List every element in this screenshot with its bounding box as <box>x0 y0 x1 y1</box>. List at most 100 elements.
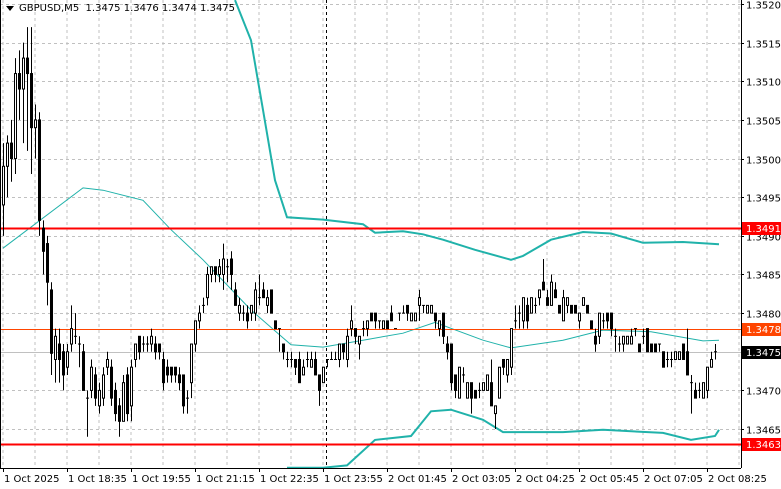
y-tick-label: 1.3510 <box>746 78 781 89</box>
candle-body-bull <box>598 312 601 337</box>
candle-body-bear <box>318 374 321 391</box>
candle <box>242 305 245 321</box>
candle <box>182 374 185 414</box>
candle <box>22 42 25 144</box>
price-tag: 1.3475 <box>742 346 781 359</box>
candle <box>298 351 301 384</box>
candle-body-bear <box>374 312 377 322</box>
x-tick-label: 1 Oct 22:35 <box>260 474 319 485</box>
candle <box>266 289 269 314</box>
candle-body-bear <box>126 374 129 415</box>
candle <box>178 367 181 391</box>
candle <box>142 336 145 352</box>
candle-body-bear <box>174 366 177 376</box>
candle-body-bull <box>626 335 629 345</box>
candle-body-bear <box>118 405 121 422</box>
candle-body-bull <box>418 297 421 306</box>
candle-body-bull <box>486 374 489 391</box>
y-tick-label: 1.3495 <box>746 194 781 205</box>
price-tag-label: 1.3463 <box>746 440 781 451</box>
candle <box>10 119 13 182</box>
candle <box>438 320 441 337</box>
candle-body-bull <box>70 328 73 345</box>
candle-body-bear <box>638 343 641 353</box>
candle-body-bear <box>454 374 457 391</box>
candle-body-bull <box>54 335 57 360</box>
candle-body-bear <box>10 142 13 160</box>
price-tag-label: 1.3475 <box>746 348 781 359</box>
candle <box>302 359 305 376</box>
candle-body-bear <box>30 73 33 129</box>
candle-body-bear <box>270 289 273 314</box>
candle-body-bear <box>82 351 85 391</box>
candle <box>638 343 641 353</box>
candle <box>422 304 425 314</box>
candle <box>646 328 649 353</box>
candle <box>414 312 417 322</box>
candle-body-bull <box>538 289 541 299</box>
candle-body-bull <box>206 273 209 299</box>
candle <box>306 351 309 368</box>
candle-body-bear <box>386 320 389 330</box>
candle-body-bear <box>214 266 217 275</box>
price-tag: 1.3478 <box>742 323 781 336</box>
candle <box>138 335 141 360</box>
candle <box>158 343 161 360</box>
candle <box>170 366 173 383</box>
candle-body-bear <box>166 366 169 376</box>
y-tick-label: 1.3480 <box>746 310 781 321</box>
candle <box>554 282 557 299</box>
candle-body-bear <box>138 335 141 353</box>
candle-body-bull <box>350 320 353 330</box>
candle-body-bull <box>98 389 101 407</box>
candle <box>626 335 629 345</box>
candle <box>490 359 493 407</box>
candle <box>450 343 453 391</box>
candle <box>166 359 169 383</box>
symbol-label: GBPUSD,M5 <box>19 3 80 14</box>
candle-body-bear <box>234 289 237 306</box>
candle-body-bull <box>266 297 269 306</box>
candle <box>102 367 105 406</box>
x-tick-label: 1 Oct 23:55 <box>324 474 383 485</box>
candle <box>78 336 81 368</box>
candle-body-bull <box>630 335 633 345</box>
candle <box>510 328 513 375</box>
candle <box>382 320 385 330</box>
candle-body-bull <box>530 297 533 314</box>
price-chart[interactable]: 1.3520 1.3515 1.3510 1.3505 1.3500 1.3495 1.34… <box>0 0 781 489</box>
candle <box>342 343 345 360</box>
candle-body-bear <box>646 328 649 353</box>
candle-body-bear <box>158 343 161 353</box>
candle-body-bear <box>682 343 685 360</box>
candle <box>710 351 713 368</box>
candle <box>294 358 297 375</box>
candle <box>250 304 253 321</box>
candle-body-bear <box>294 358 297 368</box>
band-upper-line <box>234 0 720 261</box>
candle-body-bear <box>586 304 589 314</box>
candle <box>314 351 317 376</box>
candle-body-bull <box>222 258 225 275</box>
candle-body-bear <box>610 312 613 330</box>
ohlc-label: 1.3475 1.3476 1.3474 1.3475 <box>85 3 236 14</box>
candle-body-bull <box>90 366 93 391</box>
candle <box>130 359 133 422</box>
dropdown-triangle-icon[interactable] <box>6 5 14 11</box>
y-tick-label: 1.3465 <box>746 426 781 437</box>
candle-body-bear <box>450 343 453 384</box>
candle <box>370 312 373 322</box>
candle-body-bull <box>302 366 305 376</box>
candle <box>406 304 409 321</box>
candle <box>26 27 29 151</box>
candle <box>70 305 73 352</box>
candle-body-bull <box>506 358 509 376</box>
candle <box>270 289 273 314</box>
candle-body-bull <box>678 351 681 360</box>
candle-body-bull <box>366 320 369 330</box>
x-tick-label: 2 Oct 03:05 <box>452 474 511 485</box>
candle-body-bull <box>194 320 197 345</box>
candle-body-bull <box>410 312 413 322</box>
y-tick-label: 1.3515 <box>746 40 781 51</box>
y-tick-label: 1.3505 <box>746 117 781 128</box>
